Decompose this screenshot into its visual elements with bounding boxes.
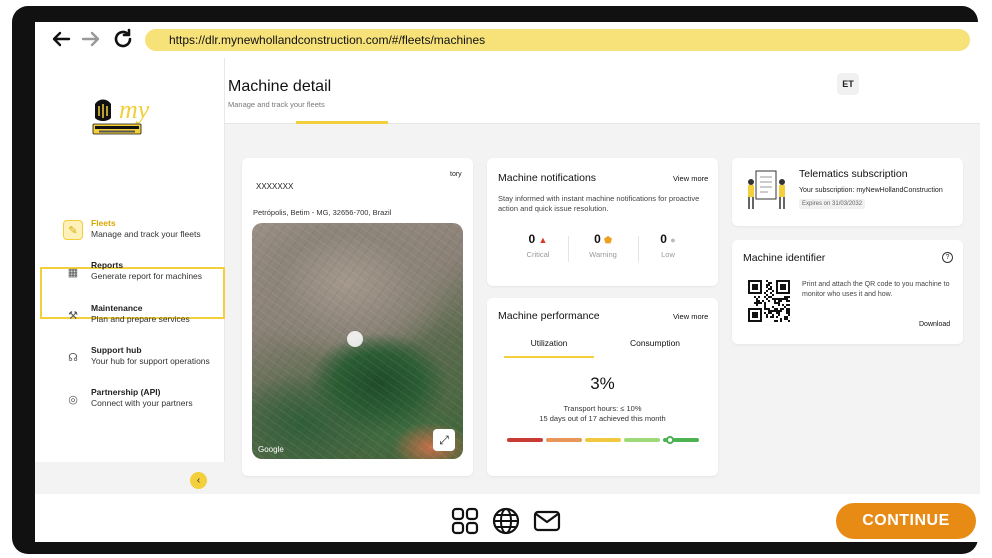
download-link[interactable]: Download [919, 320, 950, 330]
sidebar-item-reports[interactable]: ▦ Reports Generate report for machines [59, 256, 223, 296]
satellite-map[interactable]: ⤢ Google [252, 223, 463, 459]
browser-bar: https://dlr.mynewhollandconstruction.com… [35, 22, 980, 58]
notif-count: 0 [594, 232, 601, 246]
notifications-card: Machine notifications View more Stay inf… [487, 158, 718, 286]
subscription-value: myNewHollandConstruction [856, 187, 943, 194]
sidebar-item-support-hub[interactable]: ☊ Support hub Your hub for support opera… [59, 341, 223, 381]
google-watermark: Google [258, 445, 284, 454]
sidebar-item-fleets[interactable]: ✎ Fleets Manage and track your fleets [59, 214, 223, 254]
scale-segment [624, 438, 660, 442]
sidebar-item-subtitle: Plan and prepare services [91, 314, 190, 324]
expand-map-icon[interactable]: ⤢ [433, 429, 455, 451]
fleets-icon: ✎ [63, 220, 83, 240]
collapse-sidebar-button[interactable]: ‹ [190, 472, 207, 489]
svg-text:my: my [119, 96, 150, 124]
machine-name: XXXXXXX [256, 182, 294, 191]
sidebar-item-subtitle: Generate report for machines [91, 271, 203, 281]
globe-icon: ◎ [68, 393, 78, 406]
sidebar-item-title: Support hub [91, 345, 142, 355]
days-achieved: 15 days out of 17 achieved this month [539, 414, 666, 423]
notif-low[interactable]: 0 ● Low [633, 232, 703, 259]
sidebar-item-maintenance[interactable]: ⚒ Maintenance Plan and prepare services [59, 299, 223, 339]
help-icon[interactable]: ? [942, 252, 953, 263]
machine-pin-icon[interactable] [347, 331, 363, 347]
transport-hours: Transport hours: ≤ 10% [563, 404, 642, 413]
telematics-illustration [748, 170, 785, 209]
machine-address: Petrópolis, Betim - MG, 32656-700, Brazi… [253, 208, 392, 217]
notif-label: Critical [526, 250, 550, 259]
device-frame: https://dlr.mynewhollandconstruction.com… [12, 6, 980, 554]
subscription-line: Your subscription: myNewHollandConstruct… [799, 186, 943, 196]
performance-title: Machine performance [498, 310, 600, 322]
footer-bar: CONTINUE [35, 494, 980, 542]
qr-code [748, 280, 790, 322]
notifications-title: Machine notifications [498, 172, 597, 184]
scale-segment [507, 438, 543, 442]
forward-arrow-icon[interactable] [79, 27, 103, 51]
scale-segment [546, 438, 582, 442]
page-header: Machine detail Manage and track your fle… [225, 58, 980, 124]
active-tab-indicator [504, 356, 594, 358]
page-title: Machine detail [228, 78, 332, 95]
notif-label: Low [661, 250, 675, 259]
sidebar-item-subtitle: Your hub for support operations [91, 356, 210, 366]
notif-count: 0 [528, 232, 536, 246]
headset-icon: ☊ [68, 351, 78, 364]
notifications-description: Stay informed with instant machine notif… [498, 194, 700, 213]
identifier-description: Print and attach the QR code to you mach… [802, 281, 950, 298]
sidebar-item-title: Partnership (API) [91, 387, 161, 397]
wrench-icon: ⚒ [68, 309, 78, 322]
page-subtitle: Manage and track your fleets [228, 100, 325, 109]
utilization-value: 3% [590, 374, 615, 393]
scale-segment [585, 438, 621, 442]
scale-marker [666, 436, 675, 444]
main-content: tory XXXXXXX Petrópolis, Betim - MG, 326… [225, 124, 980, 494]
continue-button[interactable]: CONTINUE [836, 503, 976, 539]
identifier-title: Machine identifier [743, 252, 826, 264]
tab-utilization[interactable]: Utilization [504, 338, 594, 348]
reports-icon: ▦ [67, 266, 79, 279]
performance-view-more[interactable]: View more [673, 312, 708, 321]
sidebar-item-title: Reports [91, 260, 124, 270]
sidebar-item-subtitle: Connect with your partners [91, 398, 193, 408]
avatar[interactable]: ET [837, 73, 859, 95]
url-text: https://dlr.mynewhollandconstruction.com… [169, 33, 486, 47]
notif-warning[interactable]: 0 ⬟ Warning [568, 232, 638, 259]
globe-icon[interactable] [491, 506, 521, 536]
sidebar-item-partnership[interactable]: ◎ Partnership (API) Connect with your pa… [59, 383, 223, 423]
notifications-view-more[interactable]: View more [673, 174, 708, 183]
expiry-badge: Expires on 31/03/2032 [799, 199, 866, 209]
notif-critical[interactable]: 0 ▲ Critical [503, 232, 573, 259]
reload-icon[interactable] [111, 27, 135, 51]
url-bar[interactable]: https://dlr.mynewhollandconstruction.com… [145, 29, 970, 51]
warning-icon: ⬟ [604, 235, 612, 245]
machine-tag: tory [450, 171, 462, 178]
critical-icon: ▲ [538, 235, 548, 245]
telematics-card: Telematics subscription Your subscriptio… [732, 158, 963, 226]
tab-consumption[interactable]: Consumption [610, 338, 700, 348]
screen: https://dlr.mynewhollandconstruction.com… [35, 22, 980, 542]
sidebar-item-subtitle: Manage and track your fleets [91, 229, 201, 239]
identifier-card: Machine identifier ? Print and attach th… [732, 240, 963, 344]
low-icon: ● [670, 235, 676, 245]
back-arrow-icon[interactable] [49, 27, 73, 51]
machine-card: tory XXXXXXX Petrópolis, Betim - MG, 326… [242, 158, 473, 476]
telematics-title: Telematics subscription [799, 168, 908, 180]
subscription-label: Your subscription: [799, 187, 855, 194]
new-holland-logo: my [92, 96, 150, 135]
sidebar: my ✎ Fleets Manage and track your fleets… [35, 58, 225, 542]
mail-icon[interactable] [532, 506, 562, 536]
notif-label: Warning [589, 250, 617, 259]
performance-card: Machine performance View more Utilizatio… [487, 298, 718, 476]
notif-count: 0 [660, 232, 667, 246]
sidebar-item-title: Fleets [91, 218, 116, 228]
apps-grid-icon[interactable] [450, 506, 480, 536]
sidebar-item-title: Maintenance [91, 303, 143, 313]
